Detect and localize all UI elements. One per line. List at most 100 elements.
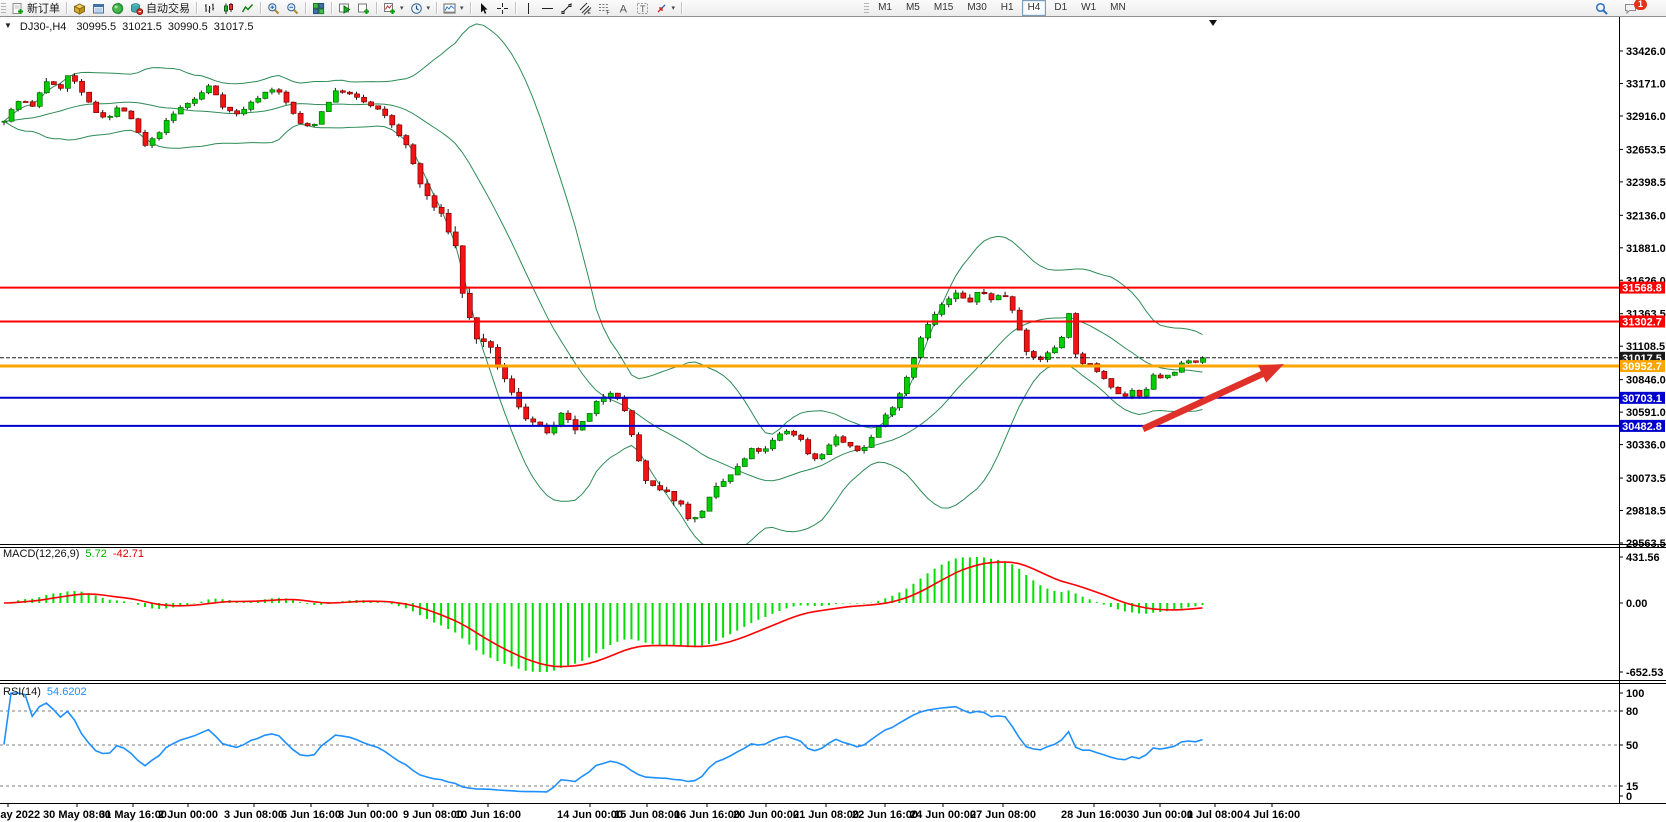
arrows-button[interactable] <box>652 1 679 16</box>
svg-text:22 Jun 16:00: 22 Jun 16:00 <box>852 809 918 821</box>
separator <box>470 2 471 14</box>
svg-text:31568.8: 31568.8 <box>1622 283 1662 295</box>
panel-borders <box>0 17 1666 804</box>
svg-text:E: E <box>587 10 591 15</box>
data-window-icon <box>92 2 105 15</box>
trend-arrow[interactable] <box>1143 364 1284 429</box>
tile-windows-icon <box>312 2 325 15</box>
svg-text:50: 50 <box>1626 740 1638 752</box>
rsi-name: RSI(14) <box>3 686 41 698</box>
zoom-in-button[interactable] <box>264 1 283 16</box>
svg-text:28 Jun 16:00: 28 Jun 16:00 <box>1061 809 1127 821</box>
time-axis[interactable]: 27 May 202230 May 08:0031 May 16:002 Jun… <box>0 804 1300 821</box>
zoom-out-icon <box>286 2 299 15</box>
svg-text:431.56: 431.56 <box>1626 552 1660 564</box>
tab-timeframe-M5[interactable]: M5 <box>900 0 926 16</box>
bar-chart-icon <box>203 2 216 15</box>
svg-text:33171.0: 33171.0 <box>1626 78 1666 90</box>
svg-text:16 Jun 16:00: 16 Jun 16:00 <box>674 809 740 821</box>
candlestick-button[interactable] <box>219 1 238 16</box>
symbol-dropdown-icon[interactable]: ▼ <box>4 21 12 33</box>
profiles-button[interactable] <box>335 1 354 16</box>
rsi-line <box>4 693 1203 792</box>
tab-timeframe-H4[interactable]: H4 <box>1022 0 1047 16</box>
rsi-indicator-label: RSI(14) 54.6202 <box>3 686 87 698</box>
market-watch-button[interactable] <box>70 1 89 16</box>
tile-windows-button[interactable] <box>309 1 328 16</box>
svg-text:30591.0: 30591.0 <box>1626 407 1666 419</box>
notification-badge: 1 <box>1634 0 1647 10</box>
vertical-line-button[interactable] <box>519 1 538 16</box>
templates-icon <box>357 2 370 15</box>
quote-close: 31017.5 <box>214 21 254 33</box>
separator <box>66 2 67 14</box>
zoom-in-icon <box>267 2 280 15</box>
svg-text:T: T <box>640 4 646 14</box>
autotrade-button[interactable]: 自动交易 <box>127 1 193 16</box>
tab-timeframe-M1[interactable]: M1 <box>872 0 898 16</box>
tab-timeframe-W1[interactable]: W1 <box>1075 0 1102 16</box>
tab-timeframe-H1[interactable]: H1 <box>995 0 1020 16</box>
svg-text:31 May 16:00: 31 May 16:00 <box>99 809 167 821</box>
macd-signal-value: -42.71 <box>113 548 144 560</box>
channel-button[interactable]: E <box>576 1 595 16</box>
line-chart-button[interactable] <box>238 1 257 16</box>
cursor-button[interactable] <box>474 1 493 16</box>
svg-text:30703.1: 30703.1 <box>1622 393 1662 405</box>
svg-text:31108.5: 31108.5 <box>1626 341 1665 353</box>
data-window-button[interactable] <box>89 1 108 16</box>
tab-timeframe-D1[interactable]: D1 <box>1048 0 1073 16</box>
fibonacci-button[interactable]: F <box>595 1 614 16</box>
svg-text:0.00: 0.00 <box>1626 598 1647 610</box>
svg-text:24 Jun 00:00: 24 Jun 00:00 <box>910 809 976 821</box>
search-icon <box>1595 2 1608 15</box>
label-icon: T <box>636 2 649 15</box>
tab-timeframe-M15[interactable]: M15 <box>928 0 959 16</box>
new-order-button[interactable]: 新订单 <box>8 1 63 16</box>
separator <box>305 2 306 14</box>
separator <box>376 2 377 14</box>
zoom-out-button[interactable] <box>283 1 302 16</box>
chart-symbol-period: DJ30-,H4 <box>20 21 66 33</box>
bollinger-upper <box>4 24 1203 434</box>
tab-timeframe-MN[interactable]: MN <box>1104 0 1132 16</box>
horizontal-line-button[interactable] <box>538 1 557 16</box>
tab-timeframe-M30[interactable]: M30 <box>961 0 992 16</box>
fibonacci-icon: F <box>598 2 611 15</box>
toolbar-grip[interactable] <box>1 3 6 14</box>
separator <box>331 2 332 14</box>
svg-text:30 Jun 00:00: 30 Jun 00:00 <box>1127 809 1193 821</box>
indicator-windows-button[interactable] <box>440 1 467 16</box>
separator <box>436 2 437 14</box>
horizontal-line-icon <box>541 2 554 15</box>
navigator-button[interactable] <box>108 1 127 16</box>
label-button[interactable]: T <box>633 1 652 16</box>
price-axis[interactable]: 33426.033171.032916.032653.532398.532136… <box>1619 46 1666 803</box>
cursor-icon <box>477 2 490 15</box>
chat-button[interactable]: 1 <box>1621 1 1640 16</box>
search-button[interactable] <box>1592 1 1611 16</box>
line-chart-icon <box>241 2 254 15</box>
text-button[interactable]: A <box>614 1 633 16</box>
svg-text:9 Jun 08:00: 9 Jun 08:00 <box>403 809 463 821</box>
autotrade-label: 自动交易 <box>146 0 190 16</box>
chart-title: ▼ DJ30-,H4 30995.5 31021.5 30990.5 31017… <box>4 21 253 33</box>
shift-marker-icon[interactable] <box>1209 20 1217 26</box>
svg-text:32653.5: 32653.5 <box>1626 144 1666 156</box>
macd-layer <box>4 557 1203 672</box>
periods-button[interactable] <box>407 1 434 16</box>
chevron-down-icon <box>672 4 676 12</box>
toolbar-grip[interactable] <box>864 3 869 14</box>
crosshair-icon <box>496 2 509 15</box>
templates-button[interactable] <box>354 1 373 16</box>
indicators-button[interactable] <box>380 1 407 16</box>
svg-text:20 Jun 00:00: 20 Jun 00:00 <box>733 809 799 821</box>
chart-canvas[interactable]: 33426.033171.032916.032653.532398.532136… <box>0 0 1666 822</box>
bar-chart-button[interactable] <box>200 1 219 16</box>
text-icon: A <box>617 2 630 15</box>
timeframe-toolbar: M1M5M15M30H1H4D1W1MN <box>871 0 1133 16</box>
new-order-label: 新订单 <box>27 0 60 16</box>
trendline-button[interactable] <box>557 1 576 16</box>
crosshair-button[interactable] <box>493 1 512 16</box>
svg-text:30073.5: 30073.5 <box>1626 473 1666 485</box>
